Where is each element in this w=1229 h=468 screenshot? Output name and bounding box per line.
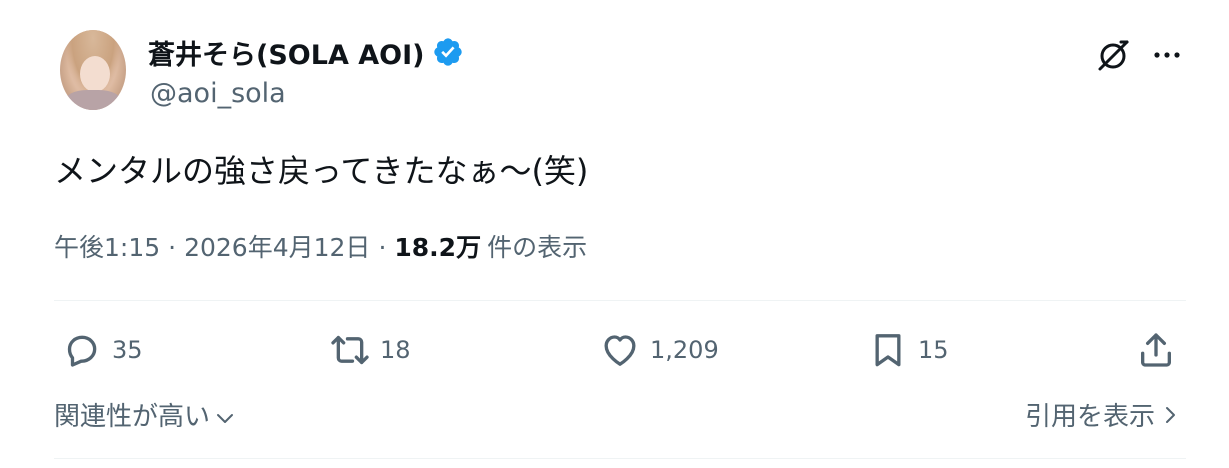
- reply-button[interactable]: 35: [62, 330, 143, 370]
- views-label: 件の表示: [487, 233, 588, 262]
- author-display-name[interactable]: 蒼井そら(SOLA AOI): [148, 33, 424, 72]
- like-button[interactable]: 1,209: [600, 330, 719, 370]
- share-button[interactable]: [1136, 330, 1176, 370]
- post-date[interactable]: 2026年4月12日: [184, 228, 370, 264]
- share-icon: [1141, 333, 1171, 367]
- more-options-icon[interactable]: [1150, 38, 1184, 72]
- meta-separator: ·: [168, 233, 177, 262]
- views-count: 18.2万: [394, 233, 482, 262]
- bookmark-button[interactable]: 15: [868, 330, 949, 370]
- heart-icon: [604, 335, 636, 366]
- reply-icon: [67, 335, 97, 367]
- tweet-detail: 蒼井そら(SOLA AOI) @aoi_sola メンタルの強さ戻ってきたなぁ～…: [0, 0, 1229, 468]
- bookmark-icon: [875, 334, 901, 367]
- post-meta: 午後1:15 · 2026年4月12日 · 18.2万 件の表示: [54, 228, 587, 264]
- post-text: メンタルの強さ戻ってきたなぁ～(笑): [54, 152, 589, 190]
- retweet-icon: [331, 335, 369, 365]
- avatar[interactable]: [60, 30, 126, 110]
- divider: [54, 300, 1186, 301]
- retweet-button[interactable]: 18: [330, 330, 411, 370]
- sort-replies-dropdown[interactable]: 関連性が高い: [54, 396, 236, 433]
- author-name-row: 蒼井そら(SOLA AOI): [148, 32, 464, 72]
- chevron-right-icon: [1166, 406, 1175, 423]
- author-handle[interactable]: @aoi_sola: [150, 78, 286, 109]
- view-quotes-link[interactable]: 引用を表示: [1025, 396, 1181, 433]
- post-time[interactable]: 午後1:15: [54, 228, 160, 264]
- quotes-label: 引用を表示: [1024, 402, 1155, 432]
- like-count: 1,209: [650, 336, 719, 364]
- meta-separator: ·: [378, 233, 387, 262]
- reply-count: 35: [112, 336, 143, 364]
- sort-label: 関連性が高い: [54, 402, 211, 432]
- bookmark-count: 15: [918, 336, 949, 364]
- retweet-count: 18: [380, 336, 411, 364]
- verified-badge-icon[interactable]: [432, 36, 464, 68]
- divider: [54, 458, 1186, 459]
- grok-icon[interactable]: [1094, 36, 1132, 74]
- chevron-down-icon: [217, 413, 234, 423]
